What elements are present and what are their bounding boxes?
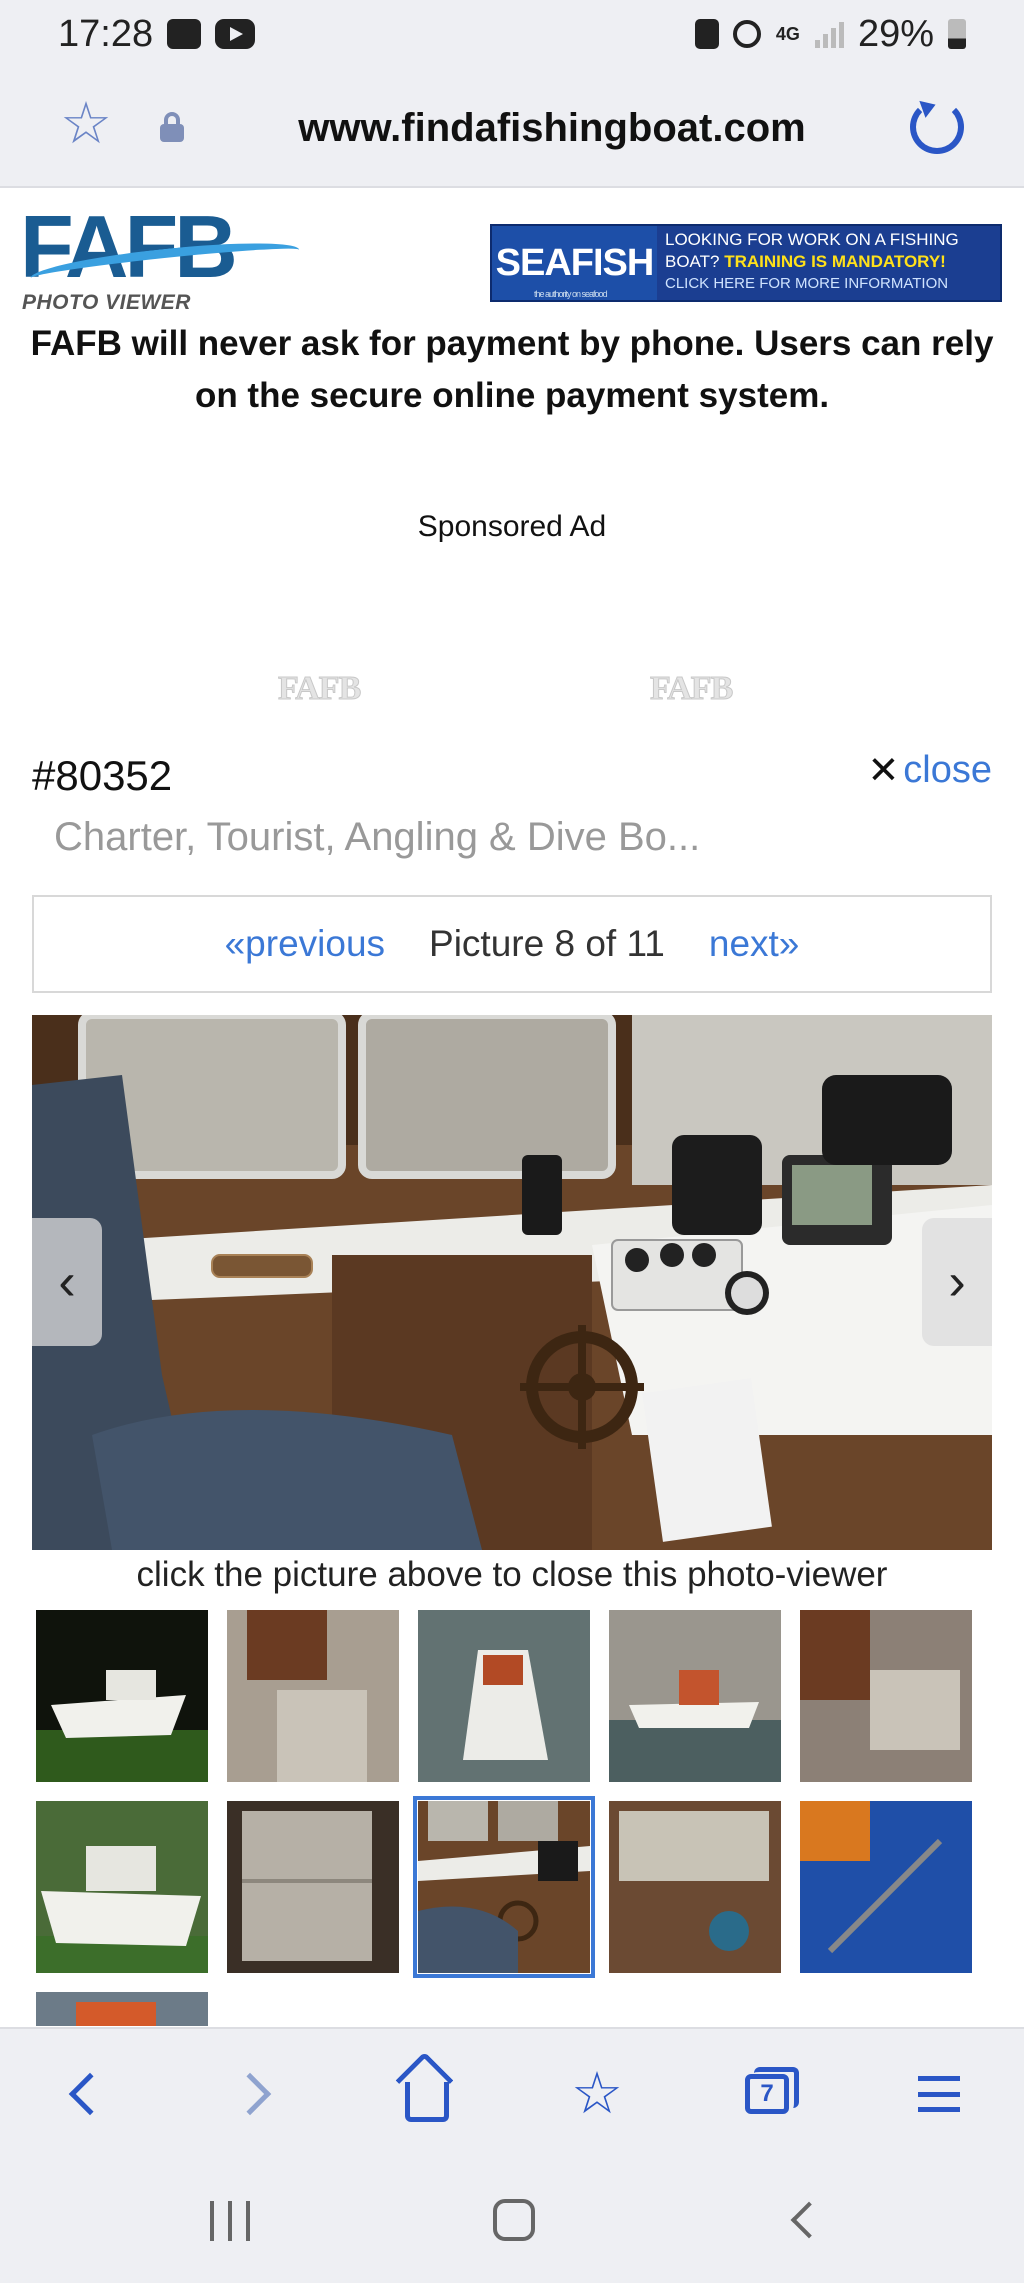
menu-button[interactable]	[904, 2059, 974, 2129]
watermark: FAFB	[277, 670, 361, 708]
nfc-icon	[694, 19, 719, 49]
status-right: 4G 29%	[694, 12, 966, 56]
thumbnail-9[interactable]	[609, 1801, 781, 1973]
thumbnail-5[interactable]	[800, 1610, 972, 1782]
chevron-right-icon[interactable]: ›	[948, 1252, 965, 1312]
main-photo[interactable]	[32, 1015, 992, 1550]
menu-icon[interactable]	[918, 2076, 960, 2112]
alarm-icon	[732, 20, 761, 48]
recent-apps-icon[interactable]	[210, 2201, 250, 2241]
system-home-icon[interactable]	[493, 2199, 535, 2241]
tabs-count: 7	[760, 2080, 774, 2107]
browser-url-bar: ☆ www.findafishingboat.com	[0, 68, 1024, 188]
url-text[interactable]: www.findafishingboat.com	[0, 106, 1024, 151]
bookmarks-button[interactable]: ☆	[562, 2059, 632, 2129]
listing-title: Charter, Tourist, Angling & Dive Bo...	[54, 815, 701, 859]
thumbnail-1[interactable]	[36, 1610, 208, 1782]
seafish-ad-banner[interactable]: SEAFISH the authority on seafood LOOKING…	[490, 224, 1002, 302]
payment-notice: FAFB will never ask for payment by phone…	[30, 324, 994, 415]
fafb-logo[interactable]: FAFB PHOTO VIEWER	[20, 203, 301, 315]
photo-pager: «previous Picture 8 of 11 next»	[32, 895, 992, 993]
status-bar: 17:28 4G 29%	[0, 0, 1024, 68]
back-button[interactable]	[48, 2059, 118, 2129]
bookmarks-icon[interactable]: ☆	[571, 2065, 623, 2123]
thumbnail-11[interactable]	[36, 1992, 208, 2026]
wheelhouse-photo	[32, 1015, 992, 1550]
close-label[interactable]: close	[903, 749, 992, 792]
picture-counter: Picture 8 of 11	[429, 923, 665, 964]
forward-button[interactable]	[222, 2059, 292, 2129]
battery-percent: 29%	[857, 12, 934, 55]
youtube-notification-icon	[215, 19, 256, 49]
previous-photo-button[interactable]: ‹	[32, 1218, 102, 1346]
watermark: FAFB	[649, 670, 733, 708]
forward-arrow-icon[interactable]	[228, 2072, 272, 2116]
tabs-icon[interactable]: 7	[745, 2067, 799, 2114]
thumbnail-2[interactable]	[227, 1610, 399, 1782]
ad-copy: LOOKING FOR WORK ON A FISHING BOAT? TRAI…	[657, 226, 1000, 300]
ad-line-1: LOOKING FOR WORK ON A FISHING	[665, 230, 959, 249]
network-type: 4G	[775, 24, 800, 44]
thumbnail-6[interactable]	[36, 1801, 208, 1973]
system-navigation-bar	[0, 2157, 1024, 2283]
status-time: 17:28	[58, 12, 154, 55]
close-button[interactable]: ✕ close	[867, 748, 992, 793]
reload-icon[interactable]	[910, 100, 964, 154]
home-icon[interactable]	[405, 2082, 449, 2122]
thumbnail-10[interactable]	[800, 1801, 972, 1973]
seafish-tagline: the authority on seafood	[534, 289, 608, 299]
ad-line-2-prefix: BOAT?	[665, 252, 725, 271]
sponsored-label: Sponsored Ad	[417, 510, 607, 543]
battery-icon	[948, 19, 966, 49]
thumbnail-8[interactable]	[413, 1796, 595, 1978]
seafish-brand-text: SEAFISH	[495, 241, 655, 284]
previous-link[interactable]: «previous	[225, 923, 385, 965]
seafish-brand: SEAFISH the authority on seafood	[492, 226, 657, 300]
ad-cta: CLICK HERE FOR MORE INFORMATION	[665, 275, 949, 292]
ad-line-2-highlight: TRAINING IS MANDATORY!	[724, 252, 946, 271]
next-link[interactable]: next»	[709, 923, 800, 965]
listing-id: #80352	[32, 752, 173, 799]
logo-subtitle: PHOTO VIEWER	[22, 291, 191, 314]
viewer-caption: click the picture above to close this ph…	[136, 1555, 888, 1594]
tabs-button[interactable]: 7	[732, 2059, 802, 2129]
ad-line-2: BOAT? TRAINING IS MANDATORY!	[665, 251, 992, 273]
thumbnail-7[interactable]	[227, 1801, 399, 1973]
home-button[interactable]	[392, 2059, 462, 2129]
thumbnail-4[interactable]	[609, 1610, 781, 1782]
gallery-notification-icon	[167, 19, 202, 49]
signal-icon	[814, 20, 844, 48]
back-arrow-icon[interactable]	[68, 2072, 112, 2116]
chevron-left-icon[interactable]: ‹	[58, 1252, 75, 1312]
system-back-icon[interactable]	[790, 2201, 828, 2239]
next-photo-button[interactable]: ›	[922, 1218, 992, 1346]
close-icon[interactable]: ✕	[867, 748, 899, 793]
status-left: 17:28	[58, 12, 256, 56]
browser-bottom-bar: ☆ 7	[0, 2027, 1024, 2157]
thumbnail-3[interactable]	[418, 1610, 590, 1782]
